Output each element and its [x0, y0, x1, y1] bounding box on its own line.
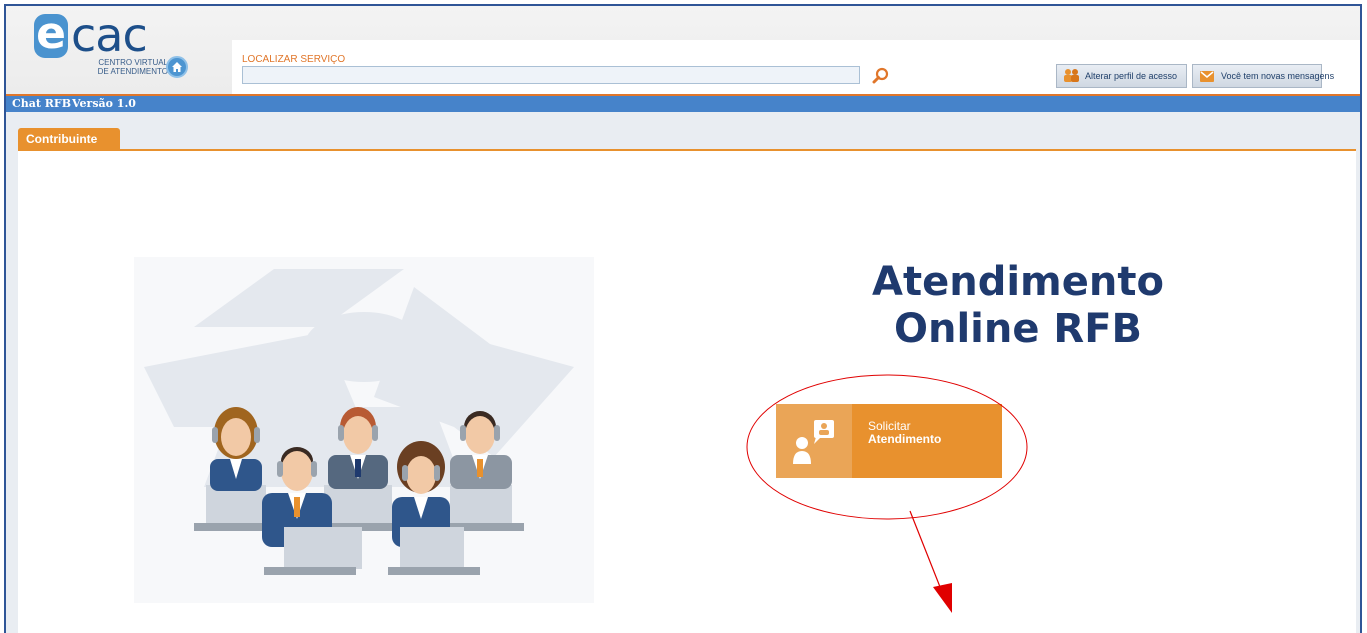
search-panel: LOCALIZAR SERVIÇO Alterar perfil de aces… [232, 40, 1360, 94]
app-bar: Chat RFB Versão 1.0 [6, 94, 1360, 112]
page-title: Atendimento Online RFB [872, 259, 1164, 352]
request-service-label: Solicitar Atendimento [868, 419, 942, 446]
chat-person-icon [776, 404, 852, 478]
request-service-button[interactable]: Solicitar Atendimento [776, 404, 1002, 478]
logo-wordmark: cac [71, 8, 148, 62]
users-icon [1064, 69, 1079, 82]
annotation-arrow-line [909, 510, 945, 598]
mail-icon [1200, 71, 1214, 82]
app-version: Versão 1.0 [72, 97, 136, 110]
ecac-logo[interactable]: e cac Centro Virtual de Atendimento [34, 8, 184, 84]
change-profile-button[interactable]: Alterar perfil de acesso [1056, 64, 1187, 88]
search-label: LOCALIZAR SERVIÇO [242, 54, 346, 65]
messages-label: Você tem novas mensagens [1221, 71, 1335, 81]
change-profile-label: Alterar perfil de acesso [1085, 71, 1178, 81]
messages-button[interactable]: Você tem novas mensagens [1192, 64, 1334, 88]
home-icon[interactable] [166, 56, 188, 78]
main-panel: Atendimento Online RFB Solicitar Atendim… [18, 151, 1356, 633]
search-input[interactable] [242, 66, 860, 84]
logo-e-mark: e [34, 8, 68, 59]
logo-subtitle: Centro Virtual de Atendimento [97, 58, 168, 76]
tab-contribuinte[interactable]: Contribuinte [18, 128, 120, 150]
app-window: e cac Centro Virtual de Atendimento LOCA… [4, 4, 1362, 633]
annotation-arrowhead [933, 583, 952, 613]
search-icon[interactable] [872, 67, 890, 85]
app-name: Chat RFB [12, 97, 72, 110]
support-agents-illustration [134, 257, 594, 603]
header: e cac Centro Virtual de Atendimento LOCA… [6, 6, 1360, 94]
